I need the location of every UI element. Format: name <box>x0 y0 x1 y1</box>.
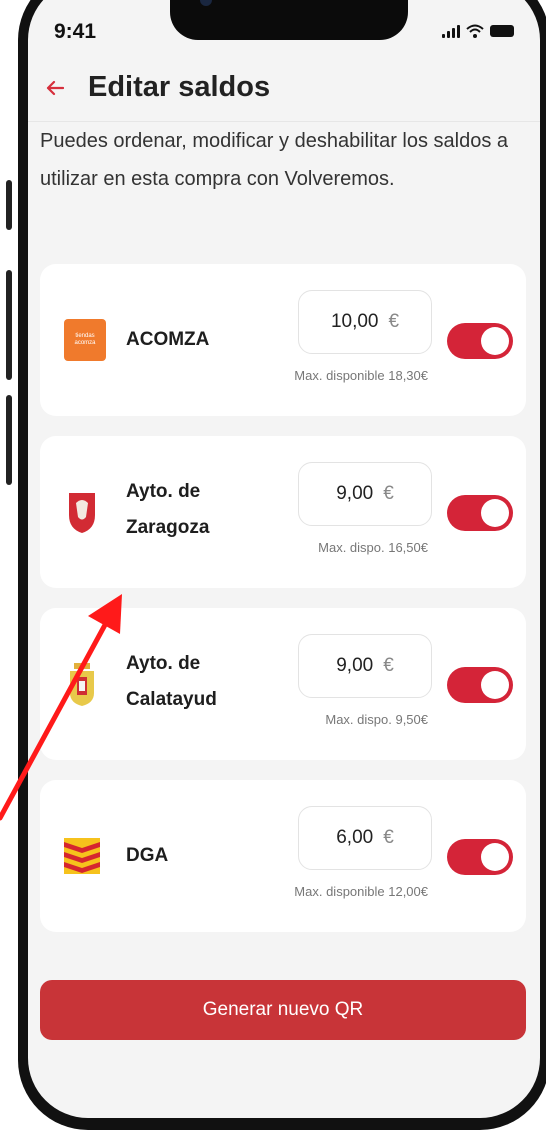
amount-input[interactable]: 9,00 € <box>298 634 432 698</box>
amount-value: 10,00 <box>330 311 379 332</box>
generate-qr-button[interactable]: Generar nuevo QR <box>40 980 526 1040</box>
enable-toggle[interactable] <box>447 495 513 531</box>
amount-input[interactable]: 6,00 € <box>298 806 432 870</box>
enable-toggle[interactable] <box>447 839 513 875</box>
toggle-knob <box>481 327 509 355</box>
currency-symbol: € <box>383 483 394 504</box>
notch <box>170 0 408 40</box>
amount-input[interactable]: 10,00 € <box>298 290 432 354</box>
balance-card-dga[interactable]: DGA 6,00 € Max. disponible 12,00€ <box>40 780 526 932</box>
balance-card-calatayud[interactable]: Ayto. de Calatayud 9,00 € Max. dispo. 9,… <box>40 608 526 760</box>
currency-symbol: € <box>383 827 394 848</box>
calatayud-shield-icon <box>70 663 94 706</box>
balance-card-zaragoza[interactable]: Ayto. de Zaragoza 9,00 € Max. dispo. 16,… <box>40 436 526 588</box>
amount-value: 9,00 <box>336 483 374 504</box>
page-title: Editar saldos <box>88 71 271 103</box>
balance-name: DGA <box>126 845 169 866</box>
camera-icon <box>200 0 212 6</box>
status-time: 9:41 <box>54 20 97 43</box>
side-button <box>6 270 12 380</box>
app-header: Editar saldos <box>28 54 540 122</box>
toggle-knob <box>481 843 509 871</box>
wifi-icon <box>466 24 484 38</box>
enable-toggle[interactable] <box>447 323 513 359</box>
status-icons <box>442 24 514 38</box>
balance-name: Ayto. de Calatayud <box>126 653 217 710</box>
balance-name: Ayto. de Zaragoza <box>126 481 210 538</box>
zaragoza-shield-icon <box>69 493 95 533</box>
amount-input[interactable]: 9,00 € <box>298 462 432 526</box>
acomza-logo-icon: tiendas acomza <box>64 319 106 361</box>
max-available: Max. disponible 12,00€ <box>294 884 428 899</box>
balance-name: ACOMZA <box>126 329 210 350</box>
back-arrow-icon[interactable] <box>46 75 68 101</box>
intro-text: Puedes ordenar, modificar y deshabilitar… <box>40 130 509 190</box>
max-available: Max. disponible 18,30€ <box>294 368 428 383</box>
amount-value: 9,00 <box>336 655 374 676</box>
currency-symbol: € <box>388 311 400 332</box>
side-button <box>6 180 12 230</box>
side-button <box>6 395 12 485</box>
max-available: Max. dispo. 9,50€ <box>325 712 428 727</box>
balance-card-acomza[interactable]: tiendas acomza ACOMZA 10,00 € Max. dispo… <box>40 264 526 416</box>
signal-icon <box>442 24 460 38</box>
toggle-knob <box>481 671 509 699</box>
amount-value: 6,00 <box>336 827 374 848</box>
battery-icon <box>490 25 514 37</box>
screen: 9:41 Editar saldos Puedes ordenar, modif… <box>28 0 540 1118</box>
aragon-flag-icon <box>64 838 100 874</box>
max-available: Max. dispo. 16,50€ <box>318 540 428 555</box>
currency-symbol: € <box>383 655 394 676</box>
phone-frame: 9:41 Editar saldos Puedes ordenar, modif… <box>18 0 546 1130</box>
enable-toggle[interactable] <box>447 667 513 703</box>
toggle-knob <box>481 499 509 527</box>
